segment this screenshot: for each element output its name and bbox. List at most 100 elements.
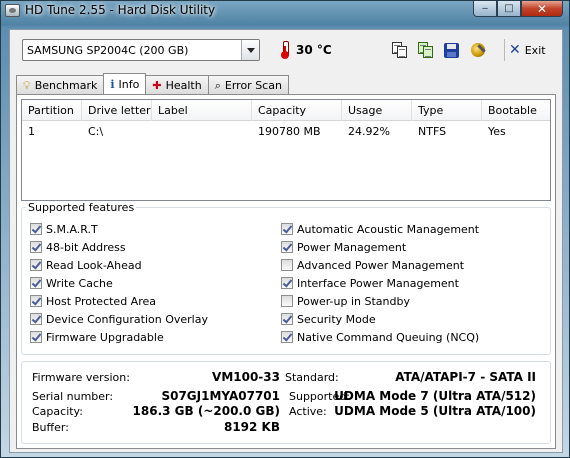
exit-button[interactable]: ✕ Exit [509,40,546,60]
drive-details: Firmware version: VM100-33 Serial number… [21,361,551,444]
checkbox[interactable] [30,259,42,271]
features-legend: Supported features [26,201,137,214]
chevron-down-icon[interactable] [241,40,259,60]
client-area: SAMSUNG SP2004C (200 GB) 30 °C ✕ Exit 💡︎… [9,29,563,453]
minimize-button[interactable]: ‒ [473,1,497,17]
tab-health[interactable]: ✚ Health [145,75,209,94]
close-button[interactable]: ✕ [521,1,563,17]
info-panel: Partition Drive letter Label Capacity Us… [16,94,556,449]
column-header-drive-letter[interactable]: Drive letter [82,100,152,121]
tab-label: Benchmark [34,78,98,92]
buffer-value: 8192 KB [223,420,280,434]
features-right-column: Automatic Acoustic Management Power Mana… [281,220,479,346]
feature-item[interactable]: Native Command Queuing (NCQ) [281,328,479,346]
capacity-value: 186.3 GB (~200.0 GB) [132,404,280,418]
drive-select[interactable]: SAMSUNG SP2004C (200 GB) [22,39,260,61]
standard-label: Standard: [285,371,339,384]
feature-item[interactable]: Write Cache [30,274,208,292]
features-left-column: S.M.A.R.T 48-bit Address Read Look-Ahead… [30,220,208,346]
table-row[interactable]: 1 C:\ 190780 MB 24.92% NTFS Yes [22,125,550,141]
save-icon [444,43,459,58]
feature-label: Read Look-Ahead [46,258,142,272]
standard-value: ATA/ATAPI-7 - SATA II [395,370,536,384]
feature-label: Write Cache [46,276,113,290]
checkbox[interactable] [30,295,42,307]
cell-type: NTFS [418,125,447,138]
tab-strip: 💡︎ Benchmark i Info ✚ Health ⌕ Error Sca… [16,73,289,94]
active-label: Active: [289,405,327,418]
tab-error-scan[interactable]: ⌕ Error Scan [207,75,289,94]
copy-text-button[interactable] [390,40,410,60]
list-header: Partition Drive letter Label Capacity Us… [22,100,550,121]
checkbox[interactable] [30,241,42,253]
capacity-label: Capacity: [32,405,83,418]
checkbox[interactable] [281,259,293,271]
feature-item[interactable]: Security Mode [281,310,479,328]
column-header-usage[interactable]: Usage [342,100,412,121]
feature-item[interactable]: Read Look-Ahead [30,256,208,274]
tab-label: Health [165,78,202,92]
feature-item[interactable]: Interface Power Management [281,274,479,292]
checkbox[interactable] [30,313,42,325]
thermometer-icon [280,41,290,59]
feature-item[interactable]: Device Configuration Overlay [30,310,208,328]
column-header-capacity[interactable]: Capacity [252,100,342,121]
magnifier-icon: ⌕ [214,78,221,92]
feature-label: Device Configuration Overlay [46,312,208,326]
feature-item[interactable]: Firmware Upgradable [30,328,208,346]
supported-mode-value: UDMA Mode 7 (Ultra ATA/512) [334,389,536,403]
checkbox[interactable] [30,223,42,235]
column-header-label[interactable]: Label [152,100,252,121]
feature-label: S.M.A.R.T [46,222,98,236]
firmware-value: VM100-33 [212,370,280,384]
title-bar[interactable]: HD Tune 2.55 - Hard Disk Utility ‒ □ ✕ [1,1,569,21]
checkbox[interactable] [281,295,293,307]
checkbox[interactable] [281,241,293,253]
checkbox[interactable] [30,331,42,343]
feature-label: Automatic Acoustic Management [297,222,480,236]
column-header-type[interactable]: Type [412,100,482,121]
column-header-bootable[interactable]: Bootable [482,100,550,121]
feature-label: Firmware Upgradable [46,330,164,344]
tab-info[interactable]: i Info [103,73,147,94]
serial-label: Serial number: [32,390,114,403]
partition-list[interactable]: Partition Drive letter Label Capacity Us… [21,99,551,201]
temperature-readout: 30 °C [296,43,332,57]
checkbox[interactable] [281,313,293,325]
cell-bootable: Yes [488,125,506,138]
tab-label: Error Scan [224,78,282,92]
exit-icon: ✕ [509,42,521,58]
checkbox[interactable] [281,277,293,289]
feature-item[interactable]: Power Management [281,238,479,256]
tab-label: Info [118,77,140,91]
window-title: HD Tune 2.55 - Hard Disk Utility [25,3,216,17]
checkbox[interactable] [281,223,293,235]
drive-select-value: SAMSUNG SP2004C (200 GB) [27,44,189,57]
tab-benchmark[interactable]: 💡︎ Benchmark [16,75,105,94]
window-controls: ‒ □ ✕ [473,1,563,17]
hdd-app-icon[interactable] [5,4,20,17]
toolbar-separator [504,39,505,61]
feature-item[interactable]: Automatic Acoustic Management [281,220,479,238]
feature-label: Native Command Queuing (NCQ) [297,330,480,344]
save-button[interactable] [442,40,462,60]
serial-value: S07GJ1MYA07701 [161,389,280,403]
feature-item[interactable]: Power-up in Standby [281,292,479,310]
maximize-button[interactable]: □ [497,1,521,17]
options-button[interactable] [468,40,488,60]
feature-item[interactable]: S.M.A.R.T [30,220,208,238]
checkbox[interactable] [281,331,293,343]
feature-label: Security Mode [297,312,376,326]
firmware-label: Firmware version: [32,371,130,384]
feature-label: Power-up in Standby [297,294,410,308]
buffer-label: Buffer: [32,421,69,434]
feature-label: Interface Power Management [297,276,459,290]
feature-item[interactable]: Advanced Power Management [281,256,479,274]
app-window: HD Tune 2.55 - Hard Disk Utility ‒ □ ✕ S… [0,0,570,458]
feature-item[interactable]: Host Protected Area [30,292,208,310]
column-header-partition[interactable]: Partition [22,100,82,121]
checkbox[interactable] [30,277,42,289]
feature-item[interactable]: 48-bit Address [30,238,208,256]
copy-screenshot-button[interactable] [416,40,436,60]
feature-label: Advanced Power Management [297,258,465,272]
